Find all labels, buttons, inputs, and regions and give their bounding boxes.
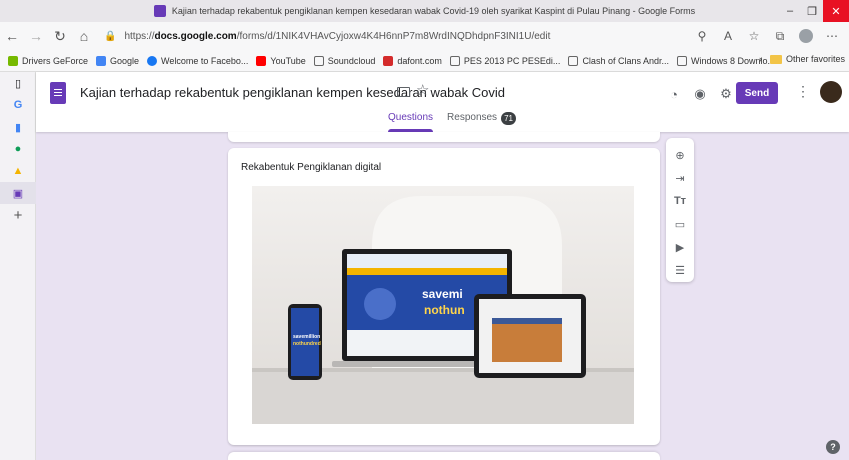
- tab-label: Responses: [447, 112, 498, 123]
- avatar[interactable]: [820, 81, 842, 103]
- move-to-folder-icon[interactable]: [397, 87, 410, 97]
- phone-text-1: savemillion: [293, 334, 320, 340]
- bookmark-item[interactable]: PES 2013 PC PESEdi...: [449, 55, 561, 66]
- bookmark-item[interactable]: dafont.com: [383, 55, 442, 66]
- window-title: Kajian terhadap rekabentuk pengiklanan k…: [171, 6, 696, 16]
- bookmark-item[interactable]: YouTube: [256, 55, 306, 66]
- close-button[interactable]: ✕: [823, 0, 849, 22]
- nvidia-icon: [8, 55, 18, 66]
- read-aloud-icon[interactable]: A: [715, 24, 741, 48]
- browser-toolbar: ← → ↻ ⌂ 🔒 https://docs.google.com/forms/…: [0, 22, 849, 50]
- import-questions-icon[interactable]: ⇥: [669, 167, 691, 189]
- add-title-icon[interactable]: Tт: [669, 190, 691, 212]
- question-toolbar: ⊕ ⇥ Tт ▭ ▶ ☰: [666, 138, 694, 282]
- back-button[interactable]: ←: [0, 24, 24, 48]
- phone-text-2: nothundred: [293, 341, 321, 347]
- docs-icon[interactable]: ▮: [0, 116, 36, 138]
- forms-app-icon: [153, 5, 166, 17]
- url-domain: docs.google.com: [154, 30, 237, 42]
- favorites-icon[interactable]: ☆: [741, 24, 767, 48]
- collections-icon[interactable]: ⧉: [767, 24, 793, 48]
- responses-count-badge: 71: [501, 112, 516, 125]
- bookmark-item[interactable]: Google: [96, 55, 140, 66]
- address-bar[interactable]: 🔒 https://docs.google.com/forms/d/1NIK4V…: [104, 31, 550, 42]
- url-path: /forms/d/1NIK4VHAvCyjoxw4K4H6nnP7m8WrdIN…: [236, 30, 551, 42]
- add-question-icon[interactable]: ⊕: [669, 144, 691, 166]
- zoom-icon[interactable]: ⚲: [689, 24, 715, 48]
- minimize-button[interactable]: –: [779, 0, 801, 22]
- add-video-icon[interactable]: ▶: [669, 236, 691, 258]
- advertisement-image[interactable]: savemi nothun savemillion nothundred: [252, 186, 634, 424]
- header-actions: ◔ ◉ ⚙: [661, 84, 739, 104]
- add-section-icon[interactable]: ☰: [669, 259, 691, 281]
- browser-sidebar: ▯ G ▮ ● ▲ ▣ +: [0, 72, 36, 460]
- bookmark-label: YouTube: [270, 55, 306, 66]
- form-tabs: Questions Responses 71: [388, 112, 530, 132]
- next-question-card[interactable]: [228, 452, 660, 460]
- add-icon[interactable]: +: [0, 204, 36, 226]
- folder-icon: [769, 54, 782, 64]
- browser-actions: ⚲ A ☆ ⧉ ⋯: [689, 24, 845, 48]
- bookmarks-bar: Drivers GeForce Google Welcome to Facebo…: [0, 50, 849, 72]
- sheets-icon[interactable]: ●: [0, 138, 36, 160]
- bookmark-label: PES 2013 PC PESEdi...: [463, 55, 561, 66]
- home-button[interactable]: ⌂: [72, 24, 96, 48]
- drive-icon[interactable]: ▲: [0, 160, 36, 182]
- settings-more-icon[interactable]: ⋯: [819, 24, 845, 48]
- window-title-bar: Kajian terhadap rekabentuk pengiklanan k…: [0, 0, 849, 22]
- google-icon: [96, 55, 107, 66]
- chevron-right-icon: ›: [758, 54, 762, 64]
- bookmark-label: dafont.com: [397, 55, 442, 66]
- page-icon: [449, 55, 460, 66]
- bookmark-item[interactable]: Soundcloud: [313, 55, 376, 66]
- preview-eye-icon[interactable]: ◉: [687, 84, 713, 104]
- previous-question-card[interactable]: [228, 132, 660, 142]
- page-icon: [313, 55, 324, 66]
- window-controls: – ❐ ✕: [779, 0, 849, 22]
- help-icon[interactable]: ?: [826, 440, 840, 454]
- refresh-button[interactable]: ↻: [48, 24, 72, 48]
- page-icon: [568, 55, 579, 66]
- dafont-icon: [383, 55, 394, 66]
- more-vert-icon[interactable]: ⋮: [796, 83, 810, 100]
- tabs-icon[interactable]: ▯: [0, 72, 36, 94]
- forms-logo-icon[interactable]: [50, 82, 66, 104]
- device-mockup-image: savemi nothun savemillion nothundred: [252, 186, 634, 424]
- tab-questions[interactable]: Questions: [388, 112, 434, 132]
- bookmark-item[interactable]: Welcome to Facebo...: [147, 55, 249, 66]
- bookmark-item[interactable]: Clash of Clans Andr...: [568, 55, 669, 66]
- image-title[interactable]: Rekabentuk Pengiklanan digital: [241, 162, 381, 173]
- bookmark-item[interactable]: Drivers GeForce: [8, 55, 89, 66]
- profile-icon[interactable]: [799, 29, 813, 43]
- star-icon[interactable]: ☆: [416, 81, 429, 99]
- add-image-icon[interactable]: ▭: [669, 213, 691, 235]
- maximize-button[interactable]: ❐: [801, 0, 823, 22]
- other-favorites[interactable]: › Other favorites: [759, 54, 845, 64]
- forward-button[interactable]: →: [24, 24, 48, 48]
- banner-text-1: savemi: [422, 287, 463, 301]
- other-favorites-label: Other favorites: [785, 54, 845, 64]
- youtube-icon: [256, 55, 267, 66]
- send-button[interactable]: Send: [736, 82, 778, 104]
- palette-icon[interactable]: ◔: [661, 84, 687, 104]
- bookmark-label: Soundcloud: [327, 55, 376, 66]
- forms-sidebar-icon[interactable]: ▣: [0, 182, 36, 204]
- google-sidebar-icon[interactable]: G: [0, 94, 36, 116]
- lock-icon: 🔒: [104, 30, 117, 42]
- url-prefix: https://: [124, 30, 155, 42]
- facebook-icon: [147, 55, 158, 66]
- image-item-card[interactable]: Rekabentuk Pengiklanan digital savemi no…: [228, 148, 660, 445]
- bookmark-label: Clash of Clans Andr...: [582, 55, 669, 66]
- forms-header: Kajian terhadap rekabentuk pengiklanan k…: [36, 72, 849, 132]
- bookmark-label: Drivers GeForce: [22, 55, 89, 66]
- bookmark-label: Welcome to Facebo...: [161, 55, 249, 66]
- tab-label: Questions: [388, 112, 434, 123]
- form-title[interactable]: Kajian terhadap rekabentuk pengiklanan k…: [80, 85, 505, 100]
- tab-responses[interactable]: Responses 71: [447, 112, 516, 132]
- banner-text-2: nothun: [424, 303, 465, 317]
- page-icon: [676, 55, 687, 66]
- bookmark-label: Google: [110, 55, 140, 66]
